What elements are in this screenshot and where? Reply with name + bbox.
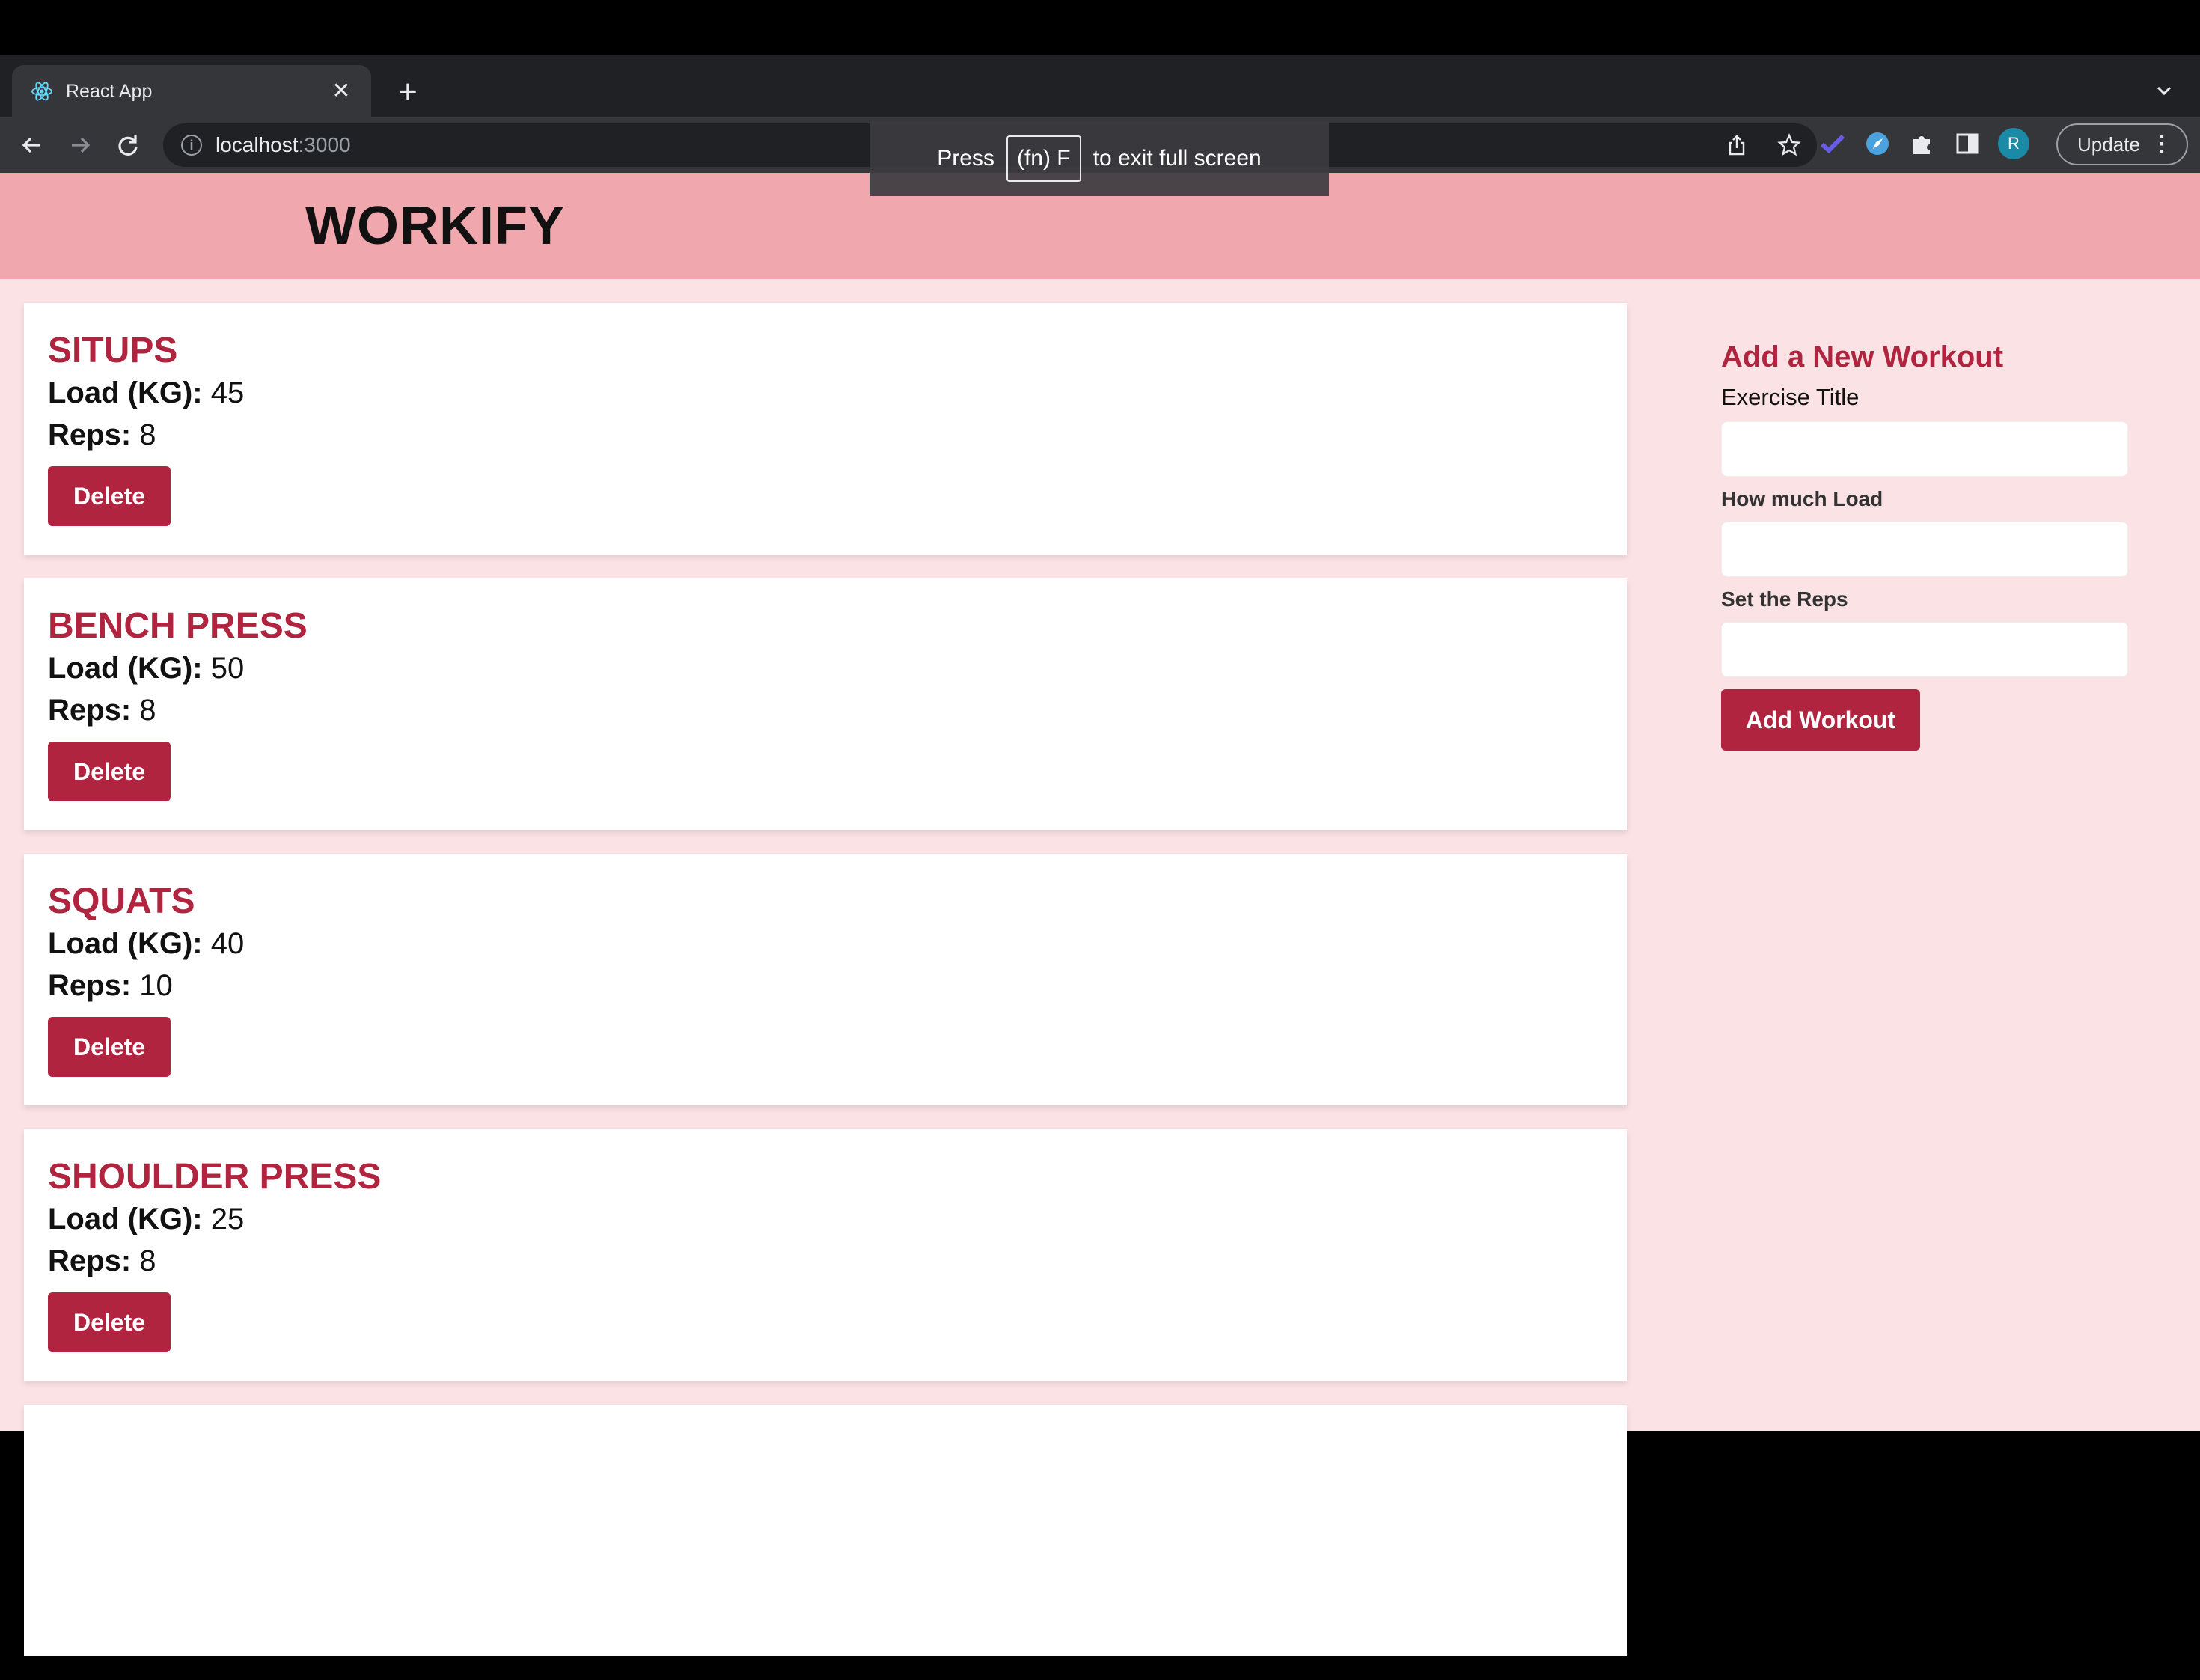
reps-input[interactable] xyxy=(1721,622,2128,677)
bookmark-star-icon[interactable] xyxy=(1775,131,1803,159)
add-workout-form: Add a New Workout Exercise Title How muc… xyxy=(1721,339,2128,751)
reps-label: Reps: xyxy=(48,969,132,1002)
load-value: 50 xyxy=(210,652,245,685)
side-panel-icon[interactable] xyxy=(1953,129,1981,158)
load-value: 25 xyxy=(210,1203,245,1235)
reps-label: Reps: xyxy=(48,418,132,451)
reps-label: Reps: xyxy=(48,1244,132,1277)
profile-avatar[interactable]: R xyxy=(1998,128,2029,159)
reps-value: 8 xyxy=(139,418,156,451)
workout-title: SHOULDER PRESS xyxy=(48,1157,382,1197)
delete-button[interactable]: Delete xyxy=(48,1292,171,1352)
url-host: localhost xyxy=(216,133,299,156)
update-label: Update xyxy=(2077,132,2140,156)
check-extension-icon[interactable] xyxy=(1818,129,1847,158)
app-page: WORKIFY SITUPS Load (KG): 45 Reps: 8 Del… xyxy=(0,173,2200,1656)
extensions-area: R xyxy=(1818,128,2029,159)
tab-search-chevron-icon[interactable] xyxy=(2151,77,2178,104)
delete-button[interactable]: Delete xyxy=(48,466,171,526)
workout-load: Load (KG): 25 xyxy=(48,1198,1603,1240)
share-icon[interactable] xyxy=(1723,131,1751,159)
load-label: Load (KG): xyxy=(48,927,203,960)
workout-card-partial xyxy=(24,1405,1627,1656)
workout-reps: Reps: 8 xyxy=(48,414,1603,456)
toast-key: (fn) F xyxy=(1006,135,1081,182)
toast-suffix: to exit full screen xyxy=(1093,146,1262,171)
menu-kebab-icon[interactable]: ⋮ xyxy=(2151,132,2173,156)
new-tab-button[interactable]: + xyxy=(389,76,427,109)
tab-title: React App xyxy=(66,80,153,102)
react-logo-icon xyxy=(30,79,54,103)
load-field-label: How much Load xyxy=(1721,487,1883,510)
exercise-title-label: Exercise Title xyxy=(1721,384,1860,410)
delete-button[interactable]: Delete xyxy=(48,742,171,801)
fullscreen-exit-toast: Press (fn) F to exit full screen xyxy=(870,121,1329,196)
brand-logo-text[interactable]: WORKIFY xyxy=(305,195,565,257)
workout-load: Load (KG): 50 xyxy=(48,647,1603,689)
load-label: Load (KG): xyxy=(48,652,203,685)
back-arrow-icon[interactable] xyxy=(16,129,48,161)
compass-extension-icon[interactable] xyxy=(1863,129,1892,158)
screen-top-bar xyxy=(0,0,2200,55)
load-label: Load (KG): xyxy=(48,376,203,409)
load-input[interactable] xyxy=(1721,522,2128,577)
reps-value: 8 xyxy=(139,694,156,727)
workout-reps: Reps: 8 xyxy=(48,689,1603,731)
url-port: :3000 xyxy=(298,133,351,156)
browser-tab[interactable]: React App ✕ xyxy=(12,65,371,117)
add-workout-button[interactable]: Add Workout xyxy=(1721,689,1920,751)
workout-load: Load (KG): 40 xyxy=(48,923,1603,965)
reps-value: 10 xyxy=(139,969,173,1002)
update-button[interactable]: Update ⋮ xyxy=(2056,123,2188,165)
load-label: Load (KG): xyxy=(48,1203,203,1235)
reload-icon[interactable] xyxy=(112,129,144,161)
forward-arrow-icon[interactable] xyxy=(64,129,96,161)
form-title: Add a New Workout xyxy=(1721,340,2004,373)
workout-list: SITUPS Load (KG): 45 Reps: 8 Delete BENC… xyxy=(24,303,1627,1680)
browser-tab-strip: React App ✕ + xyxy=(0,55,2200,117)
exercise-title-input[interactable] xyxy=(1721,421,2128,477)
puzzle-extensions-icon[interactable] xyxy=(1908,129,1937,158)
workout-card: SHOULDER PRESS Load (KG): 25 Reps: 8 Del… xyxy=(24,1129,1627,1381)
workout-card: SQUATS Load (KG): 40 Reps: 10 Delete xyxy=(24,854,1627,1105)
workout-title: BENCH PRESS xyxy=(48,606,308,646)
toast-prefix: Press xyxy=(937,146,994,171)
workout-card: BENCH PRESS Load (KG): 50 Reps: 8 Delete xyxy=(24,578,1627,830)
site-info-icon[interactable]: i xyxy=(181,135,202,156)
load-value: 45 xyxy=(210,376,245,409)
delete-button[interactable]: Delete xyxy=(48,1017,171,1077)
reps-label: Reps: xyxy=(48,694,132,727)
workout-title: SQUATS xyxy=(48,882,195,921)
workout-title: SITUPS xyxy=(48,331,178,370)
reps-value: 8 xyxy=(139,1244,156,1277)
workout-reps: Reps: 8 xyxy=(48,1240,1603,1282)
workout-card: SITUPS Load (KG): 45 Reps: 8 Delete xyxy=(24,303,1627,555)
workout-reps: Reps: 10 xyxy=(48,965,1603,1007)
close-tab-icon[interactable]: ✕ xyxy=(329,79,353,103)
reps-field-label: Set the Reps xyxy=(1721,587,1848,611)
load-value: 40 xyxy=(210,927,245,960)
workout-load: Load (KG): 45 xyxy=(48,372,1603,414)
